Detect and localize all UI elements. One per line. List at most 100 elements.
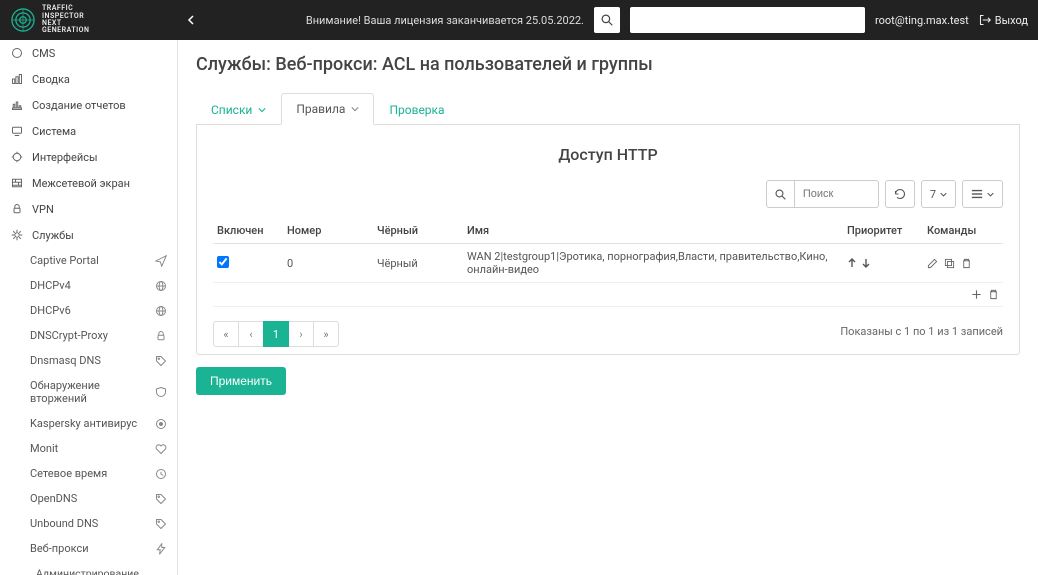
edit-button[interactable] — [927, 258, 938, 269]
license-warning: Внимание! Ваша лицензия заканчивается 25… — [306, 14, 584, 27]
copy-icon — [944, 258, 955, 269]
sidebar-item-ntp[interactable]: Сетевое время — [0, 461, 177, 486]
sidebar-item-dnsmasq[interactable]: Dnsmasq DNS — [0, 348, 177, 373]
clock-icon — [155, 468, 167, 480]
sidebar-item-services[interactable]: Службы — [0, 222, 177, 248]
col-enabled[interactable]: Включен — [213, 218, 283, 244]
sidebar-item-dhcpv4[interactable]: DHCPv4 — [0, 273, 177, 298]
brand-logo-icon — [10, 7, 36, 33]
refresh-button[interactable] — [885, 180, 915, 208]
sidebar-item-label: Службы — [32, 229, 74, 242]
sidebar-item-captive[interactable]: Captive Portal — [0, 248, 177, 273]
sidebar-item-summary[interactable]: Сводка — [0, 66, 177, 92]
pager-page-1[interactable]: 1 — [263, 321, 289, 347]
pager-next[interactable]: › — [288, 321, 314, 347]
circledot-icon — [155, 418, 167, 430]
row-name: WAN 2|testgroup1|Эротика, порнография,Вл… — [463, 244, 843, 283]
sidebar: CMS Сводка Создание отчетов Система Интерфей… — [0, 40, 178, 575]
trash-icon — [988, 289, 999, 300]
sidebar-item-monit[interactable]: Monit — [0, 436, 177, 461]
sidebar-item-label: DHCPv6 — [30, 304, 71, 317]
sidebar-item-kaspersky[interactable]: Kaspersky антивирус — [0, 411, 177, 436]
caret-down-icon — [351, 105, 359, 113]
table-search-input[interactable] — [795, 180, 879, 208]
sidebar-item-unbound[interactable]: Unbound DNS — [0, 511, 177, 536]
apply-button[interactable]: Применить — [196, 367, 286, 395]
sidebar-item-dhcpv6[interactable]: DHCPv6 — [0, 298, 177, 323]
search-icon — [775, 189, 786, 200]
globe-icon — [155, 280, 167, 292]
cms-icon — [11, 47, 23, 59]
tab-check[interactable]: Проверка — [374, 93, 459, 125]
logout-button[interactable]: Выход — [979, 14, 1028, 27]
sidebar-item-vpn[interactable]: VPN — [0, 196, 177, 222]
sidebar-item-ids[interactable]: Обнаружение вторжений — [0, 373, 177, 411]
sidebar-item-label: Kaspersky антивирус — [30, 417, 137, 430]
sidebar-item-interfaces[interactable]: Интерфейсы — [0, 144, 177, 170]
brand-text: TRAFFIC INSPECTOR NEXT GENERATION — [42, 5, 89, 34]
pager-last[interactable]: » — [313, 321, 339, 347]
vpn-icon — [11, 203, 23, 215]
list-icon — [971, 189, 983, 199]
table-search-button[interactable] — [766, 180, 795, 208]
sidebar-item-label: DHCPv4 — [30, 279, 71, 292]
plus-icon — [971, 289, 982, 300]
arrow-down-icon — [861, 258, 871, 268]
global-search-input[interactable] — [630, 7, 865, 33]
services-icon — [11, 229, 23, 241]
refresh-icon — [894, 188, 906, 200]
tab-label: Списки — [211, 103, 252, 117]
chevron-left-icon — [186, 15, 196, 25]
sidebar-item-dnscrypt[interactable]: DNSCrypt-Proxy — [0, 323, 177, 348]
sidebar-item-system[interactable]: Система — [0, 118, 177, 144]
row-enabled-checkbox[interactable] — [217, 256, 229, 268]
sidebar-item-proxy[interactable]: Веб-прокси — [0, 536, 177, 561]
table-row: 0ЧёрныйWAN 2|testgroup1|Эротика, порногр… — [213, 244, 1003, 283]
current-user: root@ting.max.test — [875, 14, 969, 27]
sidebar-item-label: Сводка — [32, 73, 70, 86]
delete-selected-button[interactable] — [988, 289, 999, 300]
pager-prev[interactable]: ‹ — [238, 321, 264, 347]
col-name[interactable]: Имя — [463, 218, 843, 244]
sidebar-item-label: Межсетевой экран — [32, 177, 130, 190]
sidebar-item-label: Обнаружение вторжений — [30, 379, 155, 405]
priority-up-button[interactable] — [847, 258, 857, 268]
add-button[interactable] — [971, 289, 982, 300]
page-title: Службы: Веб-прокси: ACL на пользователей… — [196, 54, 1020, 75]
panel-title: Доступ HTTP — [213, 145, 1003, 164]
tab-lists[interactable]: Списки — [196, 93, 281, 125]
send-icon — [155, 255, 167, 267]
sidebar-item-label: VPN — [32, 203, 54, 216]
sidebar-collapse-button[interactable] — [178, 15, 204, 25]
tab-rules[interactable]: Правила — [281, 93, 374, 125]
priority-down-button[interactable] — [861, 258, 871, 268]
col-number[interactable]: Номер — [283, 218, 373, 244]
delete-button[interactable] — [961, 258, 972, 269]
columns-select[interactable] — [962, 180, 1003, 208]
sidebar-item-firewall[interactable]: Межсетевой экран — [0, 170, 177, 196]
row-black: Чёрный — [373, 244, 463, 283]
sidebar-item-label: Интерфейсы — [32, 151, 98, 164]
sidebar-item-cms[interactable]: CMS — [0, 40, 177, 66]
pager-first[interactable]: « — [213, 321, 239, 347]
col-commands[interactable]: Команды — [923, 218, 1003, 244]
sidebar-item-label: Unbound DNS — [30, 517, 98, 530]
table-add-row — [213, 283, 1003, 307]
sidebar-item-admin[interactable]: Администрирование — [0, 561, 177, 575]
shield-icon — [155, 386, 167, 398]
clone-button[interactable] — [944, 258, 955, 269]
summary-icon — [11, 73, 23, 85]
col-priority[interactable]: Приоритет — [843, 218, 923, 244]
globe-icon — [155, 305, 167, 317]
global-search-button[interactable] — [594, 7, 620, 33]
sidebar-item-reports[interactable]: Создание отчетов — [0, 92, 177, 118]
row-number: 0 — [283, 244, 373, 283]
tab-label: Проверка — [389, 103, 444, 117]
sidebar-item-opendns[interactable]: OpenDNS — [0, 486, 177, 511]
caret-down-icon — [940, 191, 947, 198]
page-size-select[interactable]: 7 — [921, 180, 956, 208]
caret-down-icon — [258, 106, 266, 114]
sidebar-item-label: Создание отчетов — [32, 99, 126, 112]
bolt-icon — [155, 543, 167, 555]
col-black[interactable]: Чёрный — [373, 218, 463, 244]
